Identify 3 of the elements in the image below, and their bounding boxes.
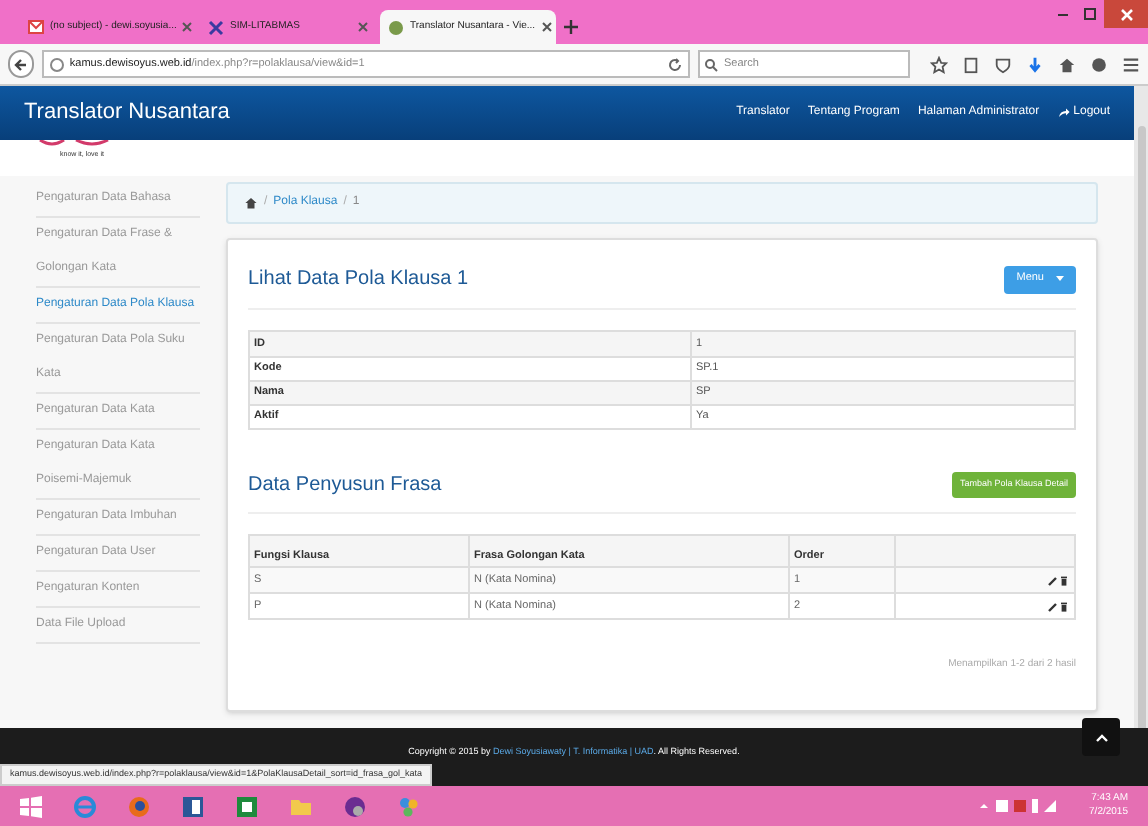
- section-title: Data Penyusun Frasa: [248, 472, 444, 500]
- site-brand[interactable]: Translator Nusantara: [24, 96, 737, 130]
- page-title: Lihat Data Pola Klausa 1: [248, 266, 471, 294]
